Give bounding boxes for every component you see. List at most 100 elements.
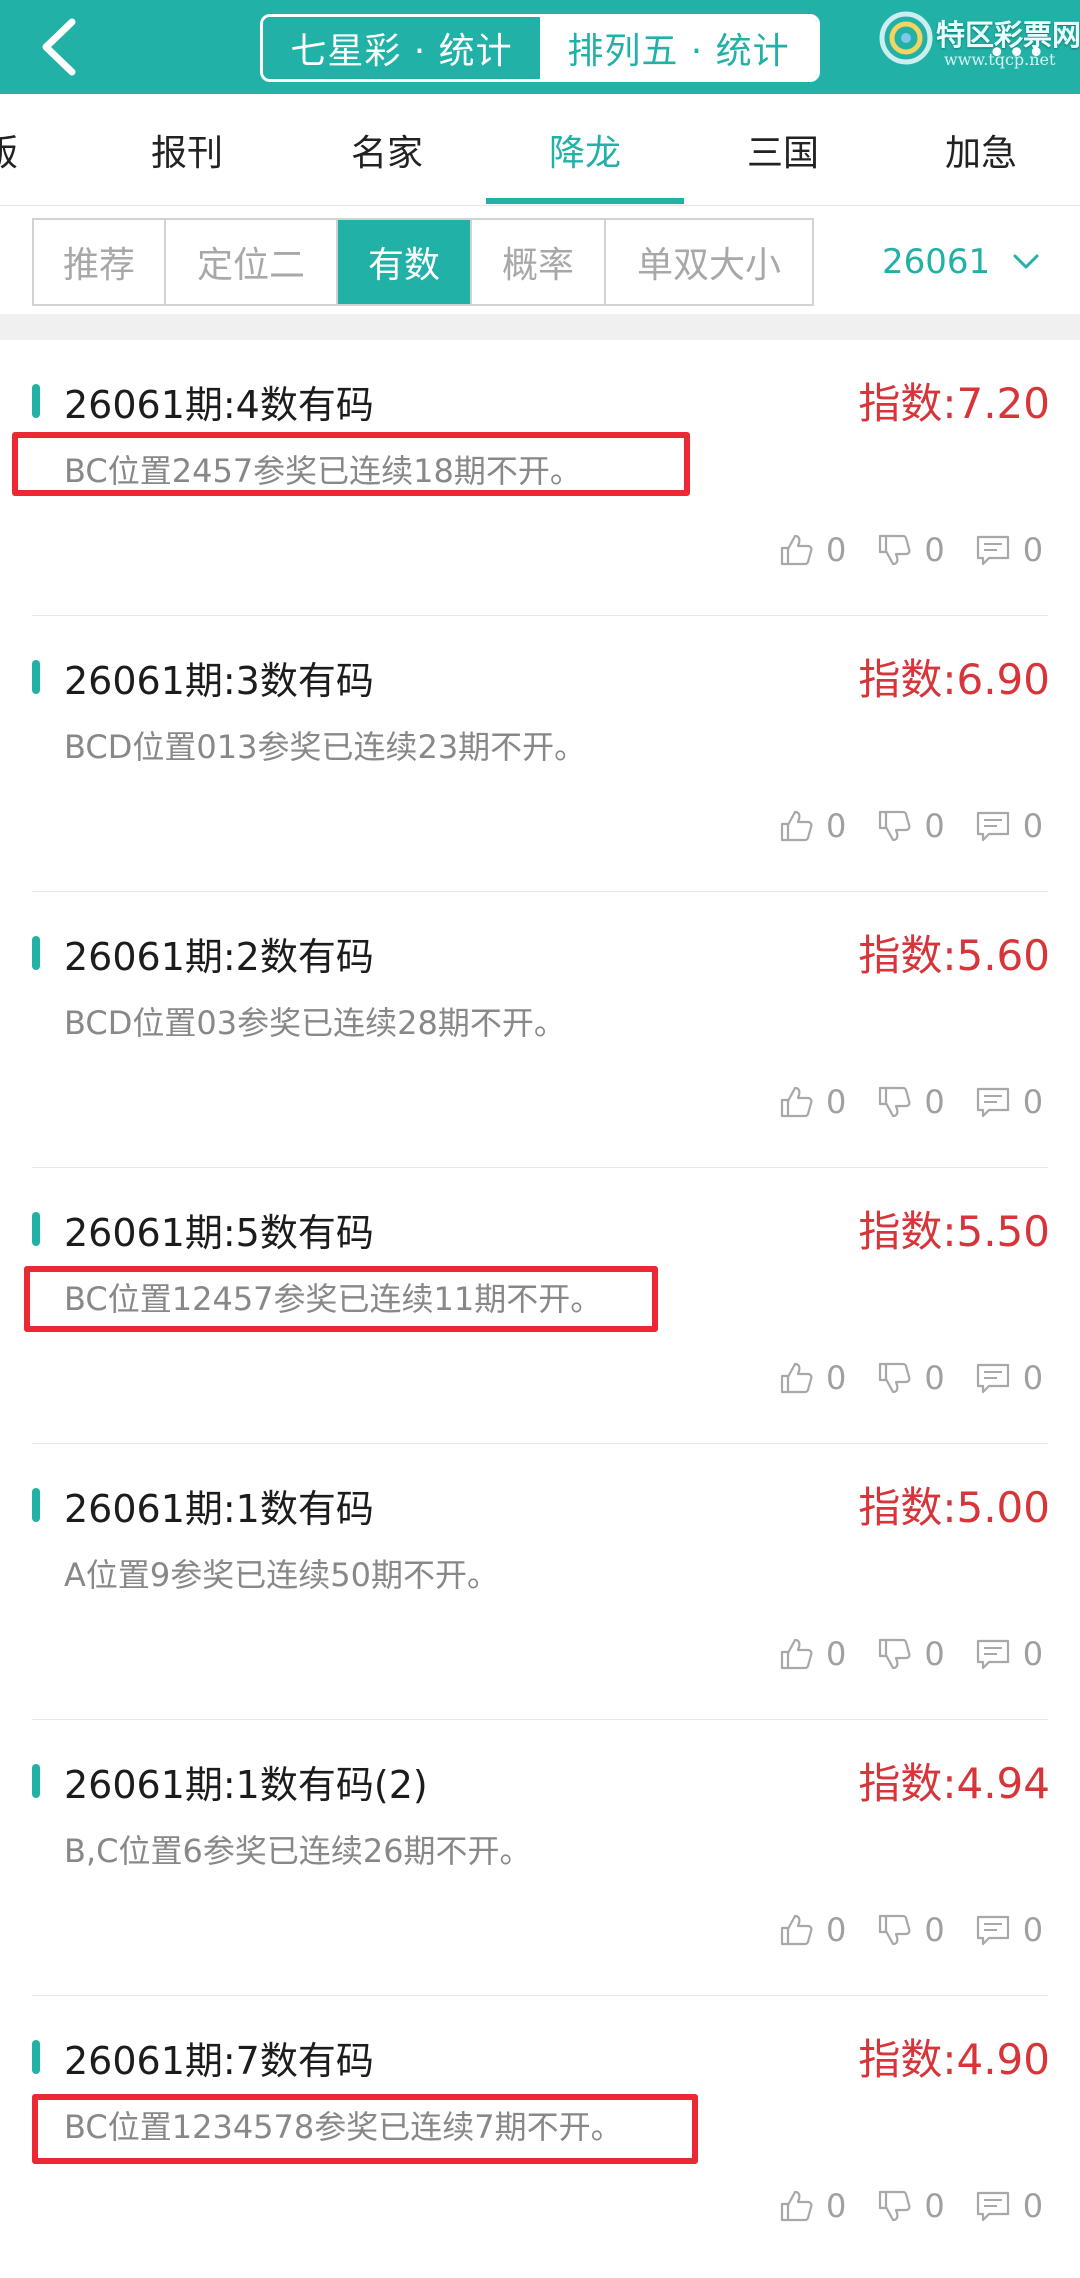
brand-logo-icon	[879, 11, 933, 65]
comment-icon	[976, 1915, 1009, 1946]
item-actions: 0 0 0	[778, 528, 1043, 572]
tab-category-partial[interactable]: 版	[0, 94, 48, 206]
item-marker	[32, 1764, 40, 1798]
like-count: 0	[826, 1359, 847, 1397]
filter-danshuang-daxiao[interactable]: 单双大小	[606, 220, 812, 304]
list-item[interactable]: 26061期:1数有码(2) 指数:4.94 B,C位置6参奖已连续26期不开。…	[0, 1720, 1080, 1996]
thumbs-down-icon	[879, 810, 911, 842]
item-index: 指数:5.00	[858, 1483, 1050, 1532]
list-item[interactable]: 26061期:3数有码 指数:6.90 BCD位置013参奖已连续23期不开。 …	[0, 616, 1080, 892]
dislike-button[interactable]: 0	[876, 1359, 945, 1397]
dislike-button[interactable]: 0	[876, 1083, 945, 1121]
thumbs-down-icon	[879, 534, 911, 566]
comment-button[interactable]: 0	[975, 1359, 1043, 1397]
list-item[interactable]: 26061期:2数有码 指数:5.60 BCD位置03参奖已连续28期不开。 0…	[0, 892, 1080, 1168]
period-value: 26061	[882, 242, 991, 282]
comment-icon	[976, 811, 1009, 842]
item-index: 指数:4.94	[858, 1759, 1050, 1808]
item-marker	[32, 936, 40, 970]
comment-button[interactable]: 0	[975, 2187, 1043, 2225]
thumbs-up-icon	[780, 810, 813, 842]
item-title: 26061期:4数有码	[64, 383, 374, 427]
list-item[interactable]: 26061期:5数有码 指数:5.50 BC位置12457参奖已连续11期不开。…	[0, 1168, 1080, 1444]
list-item[interactable]: 26061期:1数有码 指数:5.00 A位置9参奖已连续50期不开。 0 0 …	[0, 1444, 1080, 1720]
item-description: B,C位置6参奖已连续26期不开。	[64, 1832, 532, 1870]
dislike-count: 0	[924, 807, 945, 845]
tab-jiaji[interactable]: 加急	[876, 94, 1080, 206]
period-selector[interactable]: 26061	[882, 218, 1040, 306]
thumbs-down-icon	[879, 1914, 911, 1946]
dislike-button[interactable]: 0	[876, 1635, 945, 1673]
comment-icon	[976, 2191, 1009, 2222]
item-description: BCD位置013参奖已连续23期不开。	[64, 728, 587, 766]
thumbs-up-icon	[780, 1638, 813, 1670]
comment-button[interactable]: 0	[975, 1635, 1043, 1673]
filter-tuijian[interactable]: 推荐	[34, 220, 166, 304]
filter-gailv[interactable]: 概率	[472, 220, 606, 304]
tab-qixingcai-stats[interactable]: 七星彩 · 统计	[263, 17, 540, 79]
comment-count: 0	[1022, 1911, 1044, 1949]
item-index: 指数:5.60	[858, 931, 1050, 980]
comment-count: 0	[1022, 1635, 1044, 1673]
section-divider	[0, 314, 1080, 340]
highlight-box	[32, 2094, 698, 2164]
item-title: 26061期:5数有码	[64, 1211, 374, 1255]
dislike-button[interactable]: 0	[876, 531, 945, 569]
comment-button[interactable]: 0	[975, 1083, 1043, 1121]
filter-youshu[interactable]: 有数	[338, 220, 472, 304]
tab-pailie5-stats[interactable]: 排列五 · 统计	[540, 17, 817, 79]
dislike-count: 0	[924, 2187, 945, 2225]
item-index: 指数:7.20	[858, 379, 1050, 428]
item-index: 指数:4.90	[858, 2035, 1050, 2084]
tab-sanguo[interactable]: 三国	[678, 94, 888, 206]
item-index: 指数:5.50	[858, 1207, 1050, 1256]
filter-bar: 推荐 定位二 有数 概率 单双大小 26061	[0, 206, 1080, 314]
tab-mingjia[interactable]: 名家	[282, 94, 492, 206]
item-actions: 0 0 0	[778, 804, 1043, 848]
comment-button[interactable]: 0	[975, 807, 1043, 845]
item-actions: 0 0 0	[778, 1356, 1043, 1400]
dislike-count: 0	[924, 1359, 945, 1397]
list-item[interactable]: 26061期:7数有码 指数:4.90 BC位置1234578参奖已连续7期不开…	[0, 1996, 1080, 2272]
dislike-count: 0	[924, 1911, 945, 1949]
dislike-button[interactable]: 0	[876, 1911, 945, 1949]
item-description: BCD位置03参奖已连续28期不开。	[64, 1004, 566, 1042]
tab-jianglong[interactable]: 降龙	[480, 94, 690, 206]
item-actions: 0 0 0	[778, 1908, 1043, 1952]
like-button[interactable]: 0	[778, 531, 846, 569]
like-count: 0	[826, 2187, 847, 2225]
like-button[interactable]: 0	[778, 2187, 846, 2225]
dislike-button[interactable]: 0	[876, 2187, 945, 2225]
thumbs-up-icon	[780, 1362, 813, 1394]
thumbs-down-icon	[879, 1638, 911, 1670]
item-marker	[32, 660, 40, 694]
like-count: 0	[826, 1083, 847, 1121]
back-button[interactable]	[30, 16, 92, 78]
comment-count: 0	[1022, 1359, 1044, 1397]
list-item[interactable]: 26061期:4数有码 指数:7.20 BC位置2457参奖已连续18期不开。 …	[0, 340, 1080, 616]
item-title: 26061期:3数有码	[64, 659, 374, 703]
item-title: 26061期:2数有码	[64, 935, 374, 979]
like-button[interactable]: 0	[778, 1359, 846, 1397]
highlight-box	[24, 1266, 658, 1332]
like-button[interactable]: 0	[778, 1911, 846, 1949]
comment-button[interactable]: 0	[975, 1911, 1043, 1949]
brand-watermark: 特区彩票网 www.tqcp.net •••	[878, 8, 1080, 78]
like-button[interactable]: 0	[778, 1083, 846, 1121]
thumbs-down-icon	[879, 2190, 911, 2222]
dislike-button[interactable]: 0	[876, 807, 945, 845]
comment-count: 0	[1022, 807, 1044, 845]
comment-button[interactable]: 0	[975, 531, 1043, 569]
more-menu-icon[interactable]: •••	[988, 39, 1047, 69]
item-marker	[32, 1488, 40, 1522]
like-button[interactable]: 0	[778, 1635, 846, 1673]
category-tabs: 版 报刊 名家 降龙 三国 加急	[0, 94, 1080, 206]
dislike-count: 0	[924, 1635, 945, 1673]
thumbs-up-icon	[780, 1086, 813, 1118]
filter-dingwei2[interactable]: 定位二	[166, 220, 338, 304]
like-button[interactable]: 0	[778, 807, 846, 845]
dislike-count: 0	[924, 531, 945, 569]
item-description: A位置9参奖已连续50期不开。	[64, 1556, 499, 1594]
tab-baokan[interactable]: 报刊	[82, 94, 292, 206]
item-marker	[32, 1212, 40, 1246]
